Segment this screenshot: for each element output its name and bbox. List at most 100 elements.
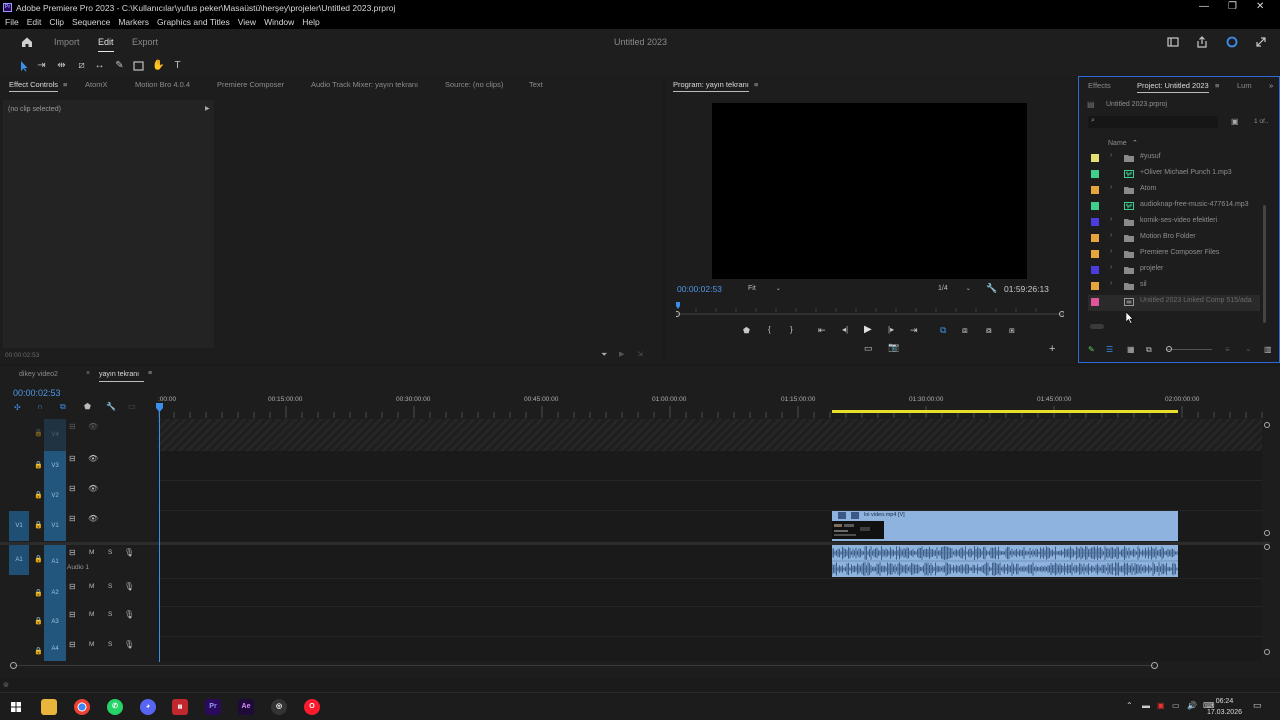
settings-wrench-icon[interactable]: 🔧 [986,283,997,294]
audio-scroll-bottom[interactable] [1264,649,1270,655]
nav-export[interactable]: Export [132,37,158,47]
add-marker-timeline-icon[interactable]: ⬟ [84,402,91,411]
mark-in-icon[interactable]: { [768,325,771,334]
sync-lock-icon[interactable]: ⊟ [69,484,76,493]
track-select-tool-icon[interactable]: ⇥ [35,60,48,72]
mark-out-icon[interactable]: } [790,325,793,334]
label-color-swatch[interactable] [1091,202,1099,210]
project-menu-icon[interactable]: ≡ [1215,81,1219,90]
step-forward-icon[interactable]: |▸ [888,325,894,334]
chevron-right-icon[interactable]: › [1110,232,1112,239]
project-item[interactable]: › Motion Bro Folder [1088,231,1260,247]
microphone-icon[interactable]: 🎙 [124,610,134,619]
quick-export-icon[interactable] [1195,35,1209,49]
tray-overflow-icon[interactable]: ⌃ [1126,701,1133,710]
project-item[interactable]: › komik-ses-video efektleri [1088,215,1260,231]
tab-yayin-tekrani[interactable]: yayın tekranı [99,371,139,378]
sync-lock-icon[interactable]: ⊟ [69,582,76,591]
chevron-right-icon[interactable]: › [1110,264,1112,271]
minimize-button[interactable]: — [1199,1,1209,12]
ripple-edit-tool-icon[interactable]: ⇹ [55,60,68,72]
lock-icon[interactable]: 🔒 [34,429,43,437]
playhead-line[interactable] [159,405,160,662]
panel-drag-handle[interactable] [1090,324,1104,329]
project-item[interactable]: › projeler [1088,263,1260,279]
track-target-v3[interactable]: V3 [44,451,66,481]
list-view-icon[interactable]: ☰ [1106,345,1113,354]
lock-icon[interactable]: 🔒 [34,461,43,469]
linked-selection-icon[interactable]: ⧉ [60,402,66,412]
track-target-v2[interactable]: V2 [44,481,66,511]
tab-dikey-video2[interactable]: dikey video2 [19,371,58,378]
solo-button[interactable]: S [108,549,112,556]
chevron-right-icon[interactable]: › [1110,248,1112,255]
lift-icon[interactable]: ⧉ [940,325,946,336]
export-frame-icon[interactable]: ⇲ [637,350,643,358]
fit-dropdown[interactable]: Fit ⌄ [748,283,788,294]
program-video-display[interactable] [712,103,1027,279]
tray-red-icon[interactable]: ▣ [1157,701,1165,710]
menu-markers[interactable]: Markers [118,17,149,27]
label-color-swatch[interactable] [1091,154,1099,162]
project-item[interactable]: › Atom [1088,183,1260,199]
lock-icon[interactable]: 🔒 [34,555,43,563]
program-scrub-bar[interactable] [676,300,1064,318]
insert-icon[interactable]: ⧇ [986,325,992,336]
timeline-ruler[interactable]: :00:00 00:15:00:00 00:30:00:00 00:45:00:00 0… [158,392,1270,418]
step-back-icon[interactable]: ◂| [842,325,848,334]
sort-ascending-icon[interactable]: ⌃ [1132,139,1138,147]
slip-tool-icon[interactable]: ↔ [93,60,106,72]
source-patch-v1[interactable]: V1 [9,511,29,541]
playhead-handle[interactable] [156,403,163,412]
discord-icon[interactable]: ◕ [140,699,156,715]
tab-menu-icon[interactable]: ≡ [63,80,67,89]
more-tabs-icon[interactable]: » [1269,81,1273,90]
tab-lumetri[interactable]: Lum [1237,81,1252,90]
tab-atomx[interactable]: AtomX [85,80,108,89]
file-explorer-icon[interactable] [41,699,57,715]
tray-app-icon[interactable]: ▬ [1142,701,1150,710]
network-icon[interactable]: ▭ [1172,701,1180,710]
eye-icon[interactable]: 👁 [88,484,98,493]
menu-window[interactable]: Window [264,17,294,27]
v4-track-lane[interactable] [158,419,1262,451]
workspaces-icon[interactable] [1166,35,1180,49]
sync-lock-icon[interactable]: ⊟ [69,422,76,431]
snap-icon[interactable]: ∩ [37,402,43,411]
program-menu-icon[interactable]: ≡ [754,80,758,89]
pen-tool-icon[interactable]: ✎ [113,60,126,72]
solo-button[interactable]: S [108,641,112,648]
label-color-swatch[interactable] [1091,170,1099,178]
automate-icon[interactable]: ⌄ [1245,344,1252,353]
microphone-icon[interactable]: 🎙 [124,548,134,557]
label-color-swatch[interactable] [1091,250,1099,258]
chevron-right-icon[interactable]: › [1110,152,1112,159]
play-audio-icon[interactable]: ▶ [619,350,624,358]
home-icon[interactable] [20,35,34,49]
volume-icon[interactable]: 🔊 [1187,701,1197,710]
a4-track-lane[interactable] [158,637,1262,661]
restore-button[interactable]: ❐ [1228,1,1237,12]
expand-arrow-icon[interactable]: ▶ [205,105,210,112]
selection-tool-icon[interactable] [17,60,30,72]
a3-track-lane[interactable] [158,607,1262,637]
sync-lock-icon[interactable]: ⊟ [69,454,76,463]
label-color-swatch[interactable] [1091,218,1099,226]
tab-project[interactable]: Project: Untitled 2023 [1137,81,1209,93]
tab-source[interactable]: Source: (no clips) [445,80,503,89]
menu-file[interactable]: File [5,17,19,27]
button-editor-plus-icon[interactable]: + [1049,343,1055,355]
menu-graphics-titles[interactable]: Graphics and Titles [157,17,230,27]
nav-edit[interactable]: Edit [98,37,114,52]
chevron-right-icon[interactable]: › [1110,216,1112,223]
tab-audio-track-mixer[interactable]: Audio Track Mixer: yayın tekranı [311,80,418,89]
audio-scroll-top[interactable] [1264,544,1270,550]
sort-icons-icon[interactable]: ≡ [1225,345,1230,354]
new-bin-from-search-icon[interactable]: ▣ [1231,117,1239,126]
extract-icon[interactable]: ⧈ [962,325,968,336]
zoom-slider-handle[interactable] [1166,346,1172,352]
sync-lock-icon[interactable]: ⊟ [69,610,76,619]
menu-clip[interactable]: Clip [49,17,64,27]
video-scroll-top[interactable] [1264,422,1270,428]
microphone-icon[interactable]: 🎙 [124,582,134,591]
